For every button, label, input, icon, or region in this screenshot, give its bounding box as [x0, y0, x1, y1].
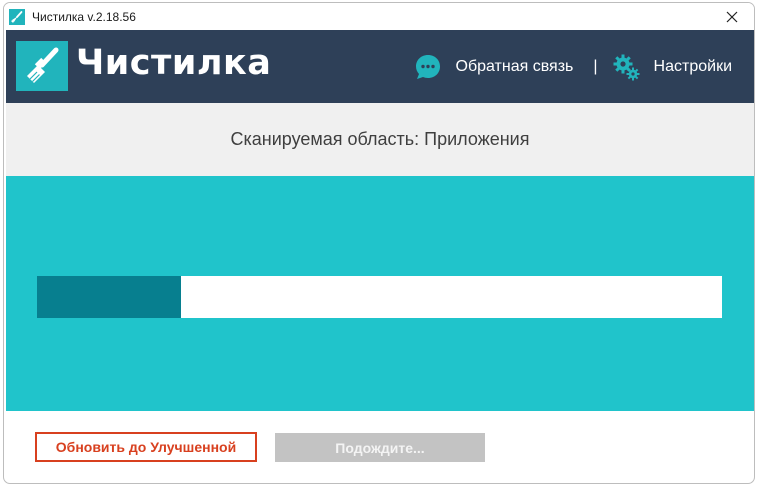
app-header: Чистилка Обратная связь | Настройки	[6, 30, 754, 103]
chat-bubble-icon	[415, 54, 440, 79]
upgrade-button[interactable]: Обновить до Улучшенной	[35, 432, 257, 462]
app-broom-icon	[9, 9, 25, 25]
feedback-link[interactable]: Обратная связь	[414, 53, 574, 81]
progress-bar	[37, 276, 722, 318]
settings-link[interactable]: Настройки	[612, 53, 732, 81]
title-bar: Чистилка v.2.18.56	[4, 3, 754, 30]
feedback-label: Обратная связь	[455, 57, 574, 75]
close-icon	[726, 11, 738, 22]
window-title: Чистилка v.2.18.56	[32, 10, 136, 24]
progress-fill	[37, 276, 181, 318]
scan-area-label: Сканируемая область: Приложения	[230, 129, 530, 149]
gears-icon	[613, 54, 640, 80]
logo-broom-icon	[16, 41, 68, 91]
close-button[interactable]	[710, 3, 754, 30]
scan-area-bar: Сканируемая область: Приложения	[6, 103, 754, 176]
wait-button: Подождите...	[275, 433, 485, 462]
header-nav: Обратная связь | Настройки	[414, 30, 755, 103]
app-window: Чистилка v.2.18.56 Чистилка Обратная свя…	[3, 2, 755, 484]
nav-separator: |	[593, 57, 598, 75]
settings-label: Настройки	[653, 57, 732, 75]
logo-text: Чистилка	[76, 43, 272, 83]
progress-panel	[6, 176, 754, 411]
